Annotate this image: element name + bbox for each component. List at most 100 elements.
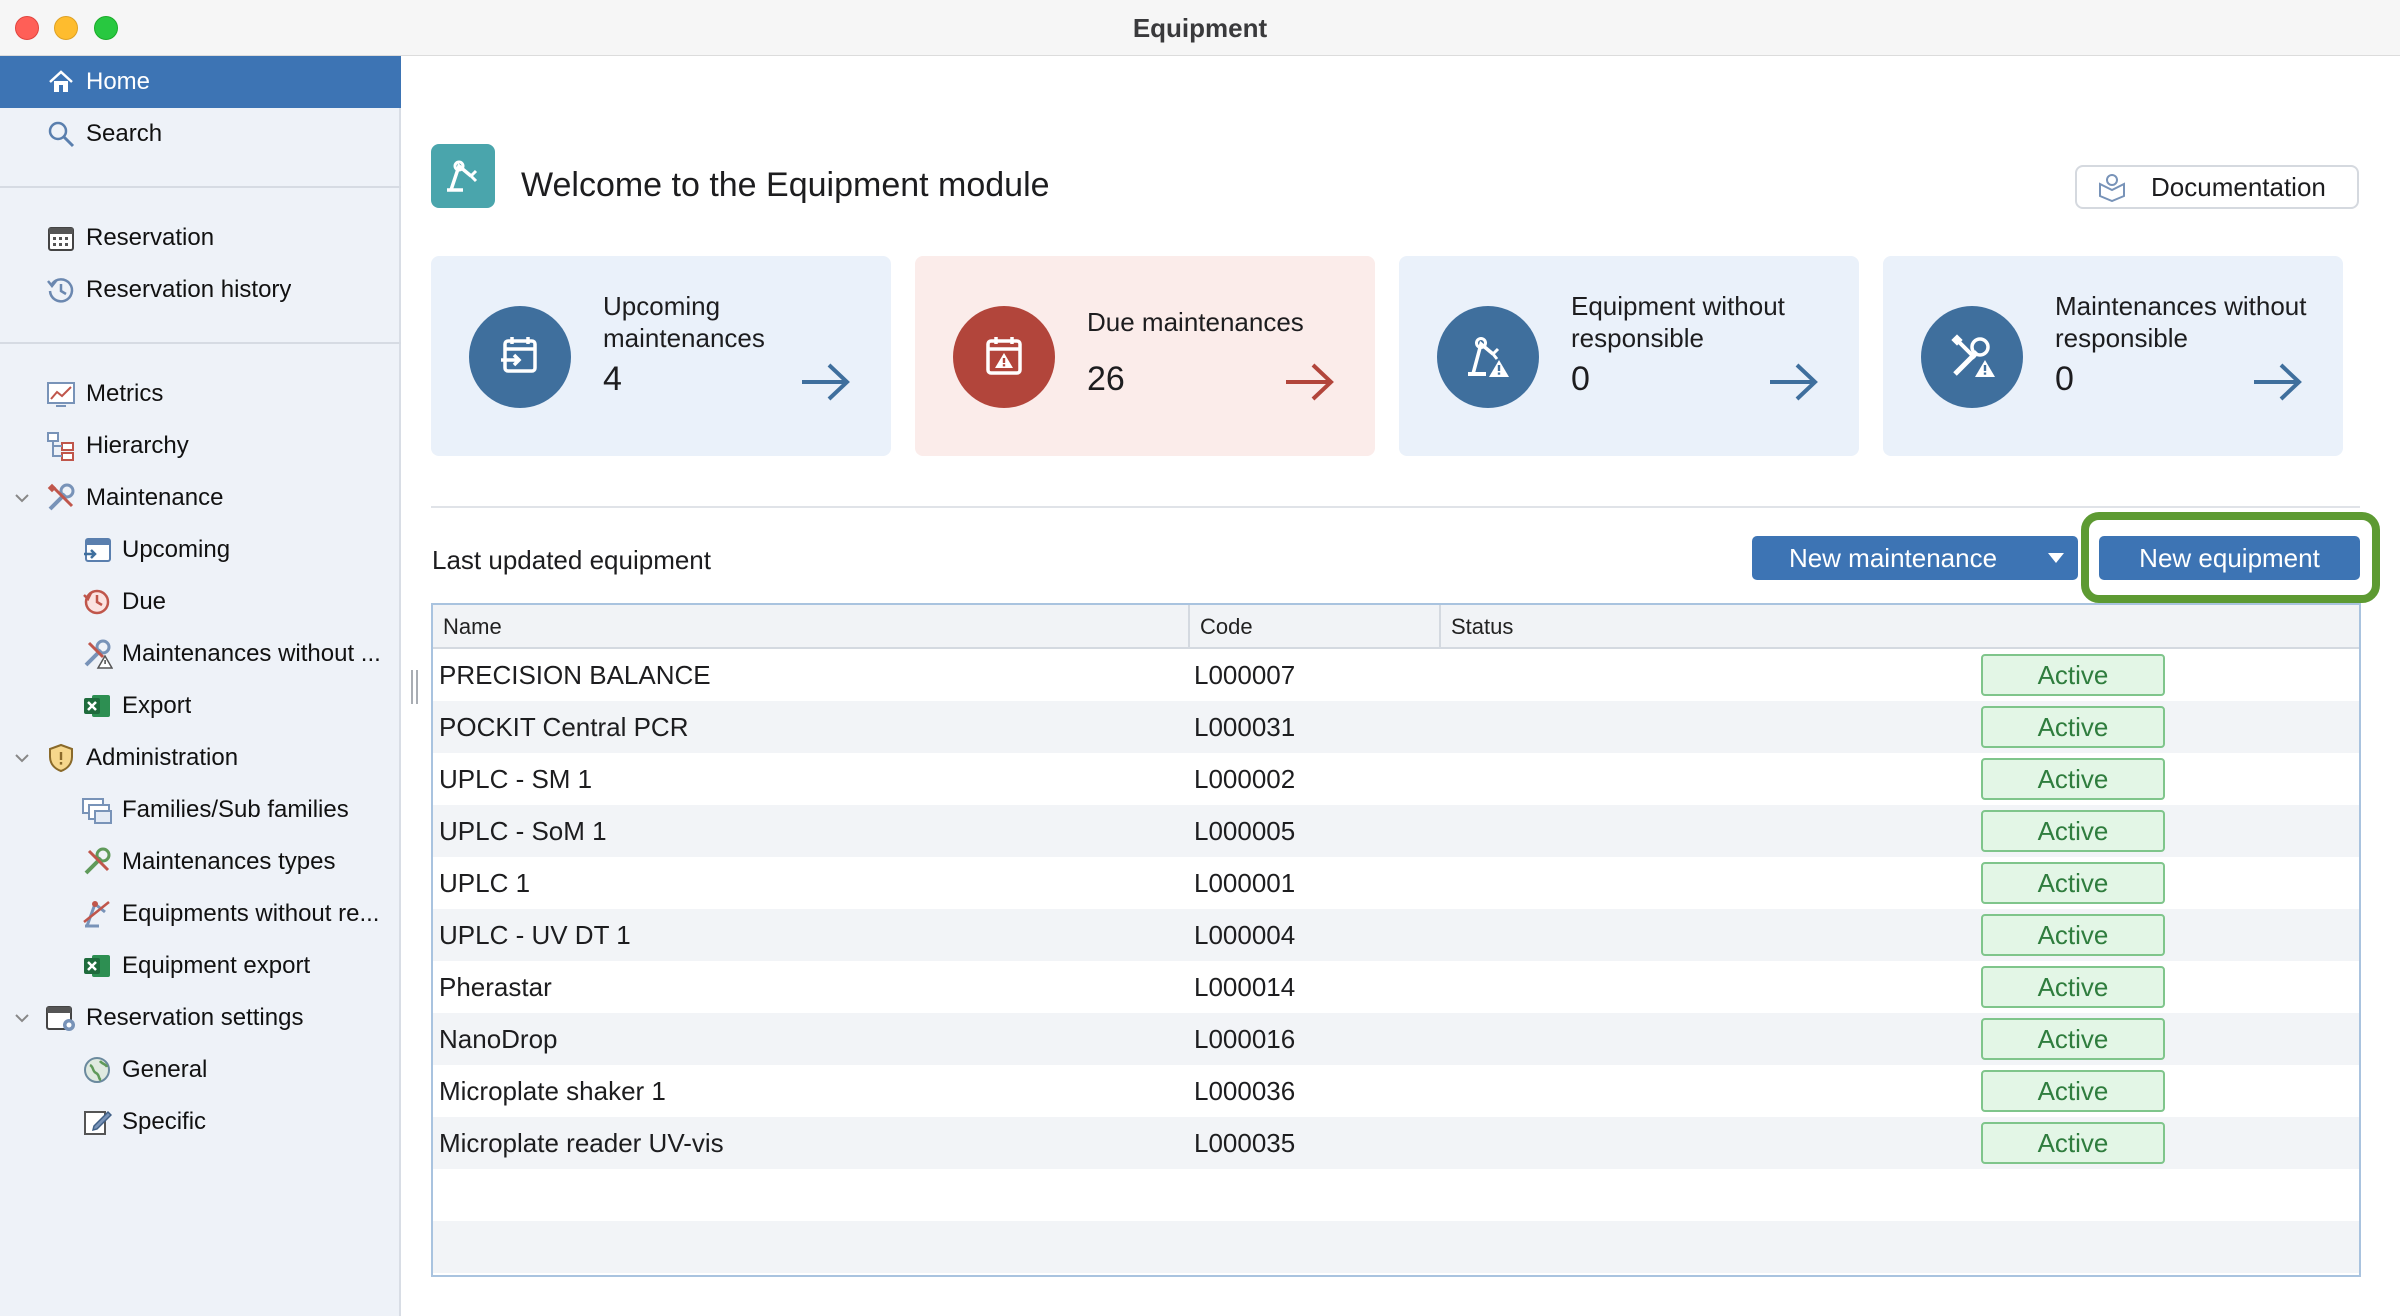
sidebar-item-label: Reservation [86, 224, 215, 251]
sidebar-item-export[interactable]: Export [0, 680, 401, 732]
status-badge: Active [1981, 706, 2165, 748]
table-row[interactable]: Microplate shaker 1 L000036 Active [433, 1065, 2359, 1117]
cell-code: L000007 [1194, 659, 1296, 690]
table-row[interactable]: PRECISION BALANCE L000007 Active [433, 649, 2359, 701]
table-row[interactable]: UPLC - SM 1 L000002 Active [433, 753, 2359, 805]
card-upcoming-maintenances[interactable]: Upcoming maintenances 4 [431, 256, 891, 456]
documentation-label: Documentation [2151, 171, 2326, 202]
cell-name: Pherastar [439, 971, 552, 1002]
cell-name: PRECISION BALANCE [439, 659, 711, 690]
sidebar-item-search[interactable]: Search [0, 108, 401, 160]
edit-icon [80, 1105, 114, 1139]
sidebar-item-administration[interactable]: Administration [0, 732, 401, 784]
status-badge: Active [1981, 1018, 2165, 1060]
sidebar-item-reservation[interactable]: Reservation [0, 212, 401, 264]
arrow-right-icon[interactable] [799, 360, 853, 404]
sidebar-item-label: Administration [86, 744, 239, 771]
sidebar-item-equipments-without-responsible[interactable]: Equipments without re... [0, 888, 401, 940]
arrow-right-icon[interactable] [2251, 360, 2305, 404]
cell-name: POCKIT Central PCR [439, 711, 689, 742]
cell-name: UPLC - SM 1 [439, 763, 593, 794]
table-row[interactable]: UPLC 1 L000001 Active [433, 857, 2359, 909]
sidebar-resize-handle[interactable] [411, 670, 421, 704]
status-badge: Active [1981, 1070, 2165, 1112]
sidebar-item-label: Equipment export [122, 952, 311, 979]
tools-icon [80, 845, 114, 879]
tools-warning-icon [1921, 306, 2023, 408]
chevron-down-icon[interactable] [12, 748, 32, 768]
table-row[interactable]: Pherastar L000014 Active [433, 961, 2359, 1013]
sidebar-item-due[interactable]: Due [0, 576, 401, 628]
table-row[interactable]: UPLC - UV DT 1 L000004 Active [433, 909, 2359, 961]
table-row[interactable]: UPLC - SoM 1 L000005 Active [433, 805, 2359, 857]
due-clock-icon [80, 585, 114, 619]
sidebar-item-label: Reservation settings [86, 1004, 304, 1031]
calendar-in-icon [469, 306, 571, 408]
empty-row [433, 1221, 2359, 1273]
sidebar-item-reservation-settings[interactable]: Reservation settings [0, 992, 401, 1044]
tools-warning-icon [80, 637, 114, 671]
chevron-down-icon[interactable] [12, 1008, 32, 1028]
page-title: Welcome to the Equipment module [521, 166, 1050, 204]
new-equipment-button[interactable]: New equipment [2099, 536, 2360, 580]
equipment-warning-icon [1437, 306, 1539, 408]
table-row[interactable]: Microplate reader UV-vis L000035 Active [433, 1117, 2359, 1169]
card-count: 0 [2055, 360, 2074, 398]
sidebar-item-upcoming[interactable]: Upcoming [0, 524, 401, 576]
new-maintenance-label[interactable]: New maintenance [1752, 536, 2034, 580]
sidebar-item-maintenances-types[interactable]: Maintenances types [0, 836, 401, 888]
sidebar-item-metrics[interactable]: Metrics [0, 368, 401, 420]
card-title: Equipment without responsible [1571, 291, 1785, 353]
column-header-name[interactable]: Name [433, 605, 1188, 649]
card-equipment-without-responsible[interactable]: Equipment without responsible 0 [1399, 256, 1859, 456]
sidebar-item-maintenance[interactable]: Maintenance [0, 472, 401, 524]
cell-code: L000036 [1194, 1075, 1296, 1106]
sidebar-item-equipment-export[interactable]: Equipment export [0, 940, 401, 992]
cell-name: Microplate shaker 1 [439, 1075, 666, 1106]
status-badge: Active [1981, 914, 2165, 956]
documentation-button[interactable]: Documentation [2075, 165, 2359, 209]
new-maintenance-button[interactable]: New maintenance [1752, 536, 2078, 580]
sidebar-item-maintenances-without-responsible[interactable]: Maintenances without ... [0, 628, 401, 680]
sidebar-item-reservation-history[interactable]: Reservation history [0, 264, 401, 316]
arrow-right-icon[interactable] [1767, 360, 1821, 404]
sidebar-item-hierarchy[interactable]: Hierarchy [0, 420, 401, 472]
families-icon [80, 793, 114, 827]
sidebar: Home Search Reservation Reservation hist… [0, 56, 401, 1316]
excel-icon [80, 949, 114, 983]
search-icon [44, 117, 78, 151]
table-row[interactable]: POCKIT Central PCR L000031 Active [433, 701, 2359, 753]
sidebar-item-label: Families/Sub families [122, 796, 349, 823]
card-count: 0 [1571, 360, 1590, 398]
table-row[interactable]: NanoDrop L000016 Active [433, 1013, 2359, 1065]
documentation-icon [2097, 172, 2127, 202]
sidebar-item-families[interactable]: Families/Sub families [0, 784, 401, 836]
sidebar-item-label: Metrics [86, 380, 164, 407]
equipment-table: Name Code Status PRECISION BALANCE L00000… [431, 603, 2361, 1277]
sidebar-item-general[interactable]: General [0, 1044, 401, 1096]
arrow-right-icon[interactable] [1283, 360, 1337, 404]
card-title: Upcoming maintenances [603, 291, 765, 353]
card-maintenances-without-responsible[interactable]: Maintenances without responsible 0 [1883, 256, 2343, 456]
chevron-down-icon[interactable] [12, 488, 32, 508]
dropdown-arrow-icon[interactable] [2034, 536, 2078, 580]
section-divider [431, 506, 2360, 508]
column-header-code[interactable]: Code [1188, 605, 1439, 649]
status-badge: Active [1981, 654, 2165, 696]
card-due-maintenances[interactable]: Due maintenances 26 [915, 256, 1375, 456]
home-icon [44, 65, 78, 99]
calendar-warning-icon [953, 306, 1055, 408]
cell-code: L000004 [1194, 919, 1296, 950]
sidebar-item-specific[interactable]: Specific [0, 1096, 401, 1148]
card-count: 26 [1087, 360, 1125, 398]
sidebar-item-home[interactable]: Home [0, 56, 401, 108]
sidebar-item-label: Upcoming [122, 536, 231, 563]
column-header-status[interactable]: Status [1439, 605, 2359, 649]
history-icon [44, 273, 78, 307]
sidebar-item-label: Search [86, 120, 163, 147]
sidebar-item-label: Equipments without re... [122, 900, 380, 927]
sidebar-item-label: Due [122, 588, 167, 615]
upcoming-calendar-icon [80, 533, 114, 567]
hierarchy-icon [44, 429, 78, 463]
window-title: Equipment [1132, 13, 1268, 43]
